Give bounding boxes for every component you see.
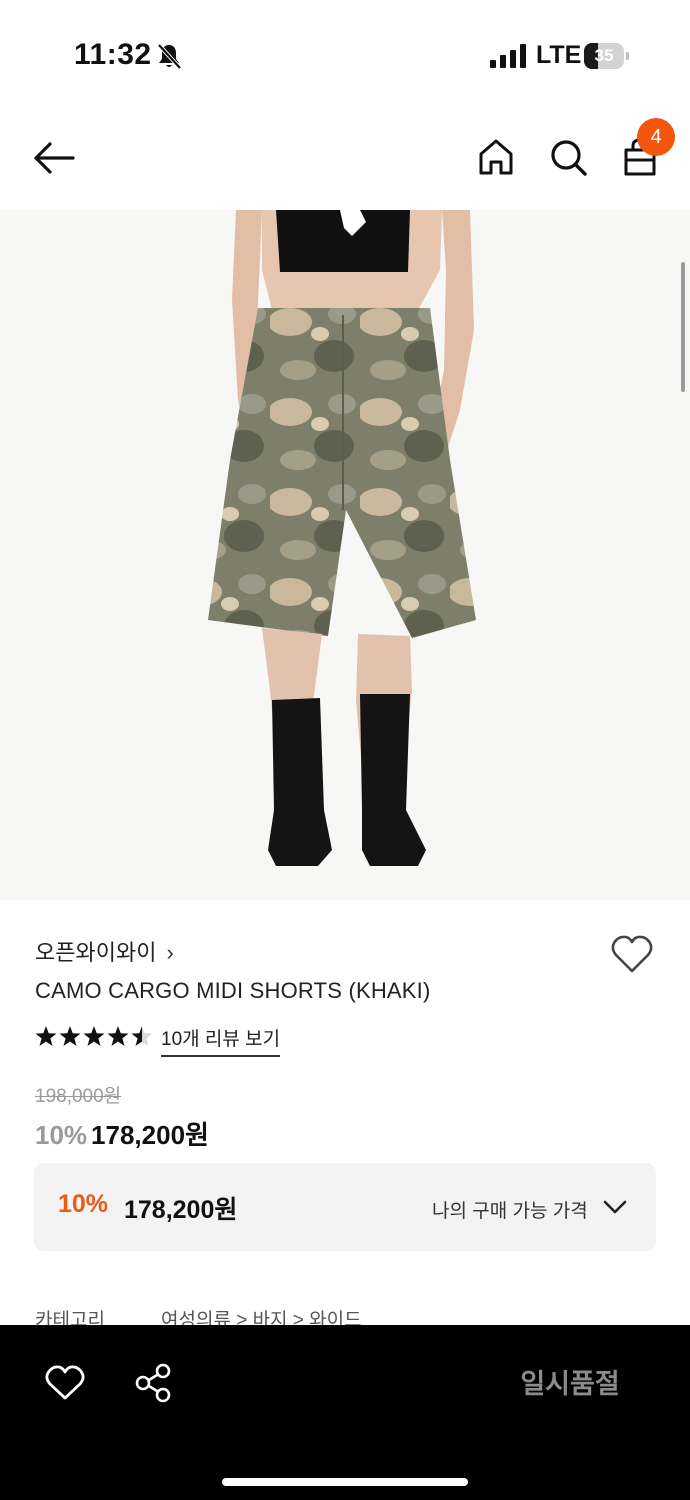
brand-link[interactable]: 오픈와이와이 › — [35, 935, 174, 967]
my-price-dropdown[interactable]: 10% 178,200원 나의 구매 가능 가격 — [34, 1163, 656, 1251]
benefit-label: 나의 구매 가능 가격 — [432, 1201, 588, 1222]
price-row: 10% 178,200원 — [35, 1115, 209, 1152]
soldout-button[interactable]: 일시품절 — [470, 1361, 670, 1407]
status-bar: 11:32 LTE 35 — [0, 0, 690, 110]
benefit-discount: 10% — [58, 1190, 109, 1218]
review-link[interactable]: 10개 리뷰 보기 — [161, 1024, 281, 1057]
heart-icon[interactable] — [610, 934, 654, 974]
product-photo — [0, 210, 690, 900]
battery-icon: 35 — [584, 43, 629, 69]
star-icon — [35, 1026, 57, 1046]
signal-icon — [490, 44, 526, 68]
chevron-down-icon — [603, 1200, 627, 1214]
benefit-price: 178,200원 — [124, 1196, 238, 1224]
sale-price: 178,200원 — [91, 1120, 209, 1150]
search-icon[interactable] — [548, 136, 588, 178]
star-icon — [83, 1026, 105, 1046]
top-navigation — [0, 110, 690, 210]
product-image[interactable] — [0, 210, 690, 900]
home-icon[interactable] — [476, 136, 516, 178]
bell-muted-icon — [157, 43, 182, 70]
share-icon[interactable] — [134, 1363, 172, 1403]
scroll-indicator[interactable] — [681, 262, 685, 392]
original-price: 198,000원 — [35, 1086, 122, 1107]
status-time: 11:32 — [74, 38, 152, 71]
star-icon — [107, 1026, 129, 1046]
chevron-right-icon: › — [166, 940, 174, 965]
bottom-action-bar: 일시품절 — [0, 1325, 690, 1500]
home-indicator[interactable] — [222, 1478, 468, 1486]
star-icon — [59, 1026, 81, 1046]
back-arrow-icon[interactable] — [32, 140, 76, 176]
discount-percent: 10% — [35, 1120, 88, 1150]
battery-level: 35 — [594, 46, 614, 65]
cart-count-badge: 4 — [637, 118, 675, 156]
star-rating — [35, 1026, 153, 1046]
brand-name: 오픈와이와이 — [35, 940, 157, 965]
heart-icon[interactable] — [45, 1365, 85, 1401]
network-label: LTE — [536, 41, 582, 69]
product-name: CAMO CARGO MIDI SHORTS (KHAKI) — [35, 978, 431, 1003]
